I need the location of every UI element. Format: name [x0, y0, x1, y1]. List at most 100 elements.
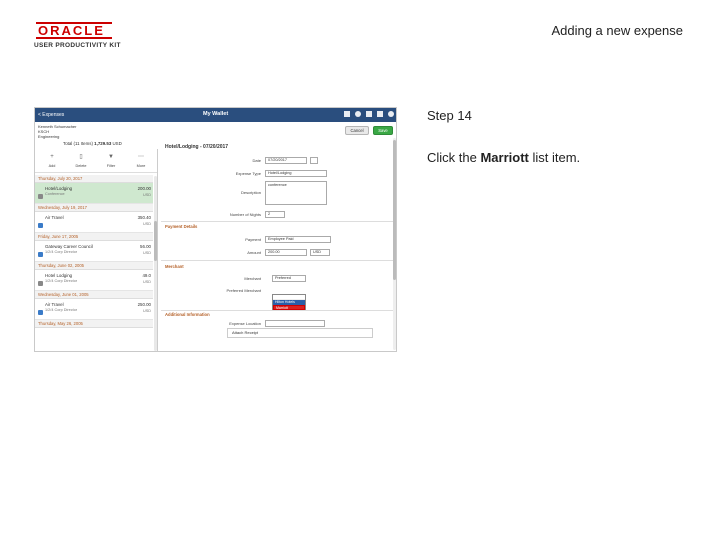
item-sub: 1/2/4 Corp Director — [45, 250, 78, 254]
item-name: Air Travel — [45, 215, 64, 220]
cancel-button[interactable]: Cancel — [345, 126, 369, 135]
list-item[interactable]: Air Travel 1/2/4 Corp Director 250.00 US… — [35, 299, 153, 320]
calendar-icon[interactable] — [310, 157, 318, 164]
expense-location-label: Expense Location — [229, 321, 261, 326]
menu-icon[interactable] — [377, 111, 383, 117]
date-field[interactable]: 07/20/2017 — [265, 157, 307, 164]
separator — [161, 310, 396, 311]
add-button[interactable]: + Add — [39, 151, 65, 171]
home-icon[interactable] — [344, 111, 350, 117]
filter-label: Filter — [106, 164, 116, 168]
user-role: Engineering — [38, 134, 60, 139]
item-currency: USD — [142, 251, 151, 255]
flag-icon[interactable] — [366, 111, 372, 117]
save-button[interactable]: Save — [373, 126, 393, 135]
item-amount: 200.00 — [137, 186, 151, 191]
slide-title: Adding a new expense — [551, 23, 683, 38]
list-scroll-thumb[interactable] — [154, 221, 157, 261]
merchant-section-title: Merchant — [165, 264, 184, 269]
attach-receipt-row[interactable]: Attach Receipt — [227, 328, 373, 338]
amount-field[interactable]: 200.00 — [265, 249, 307, 256]
filter-button[interactable]: ▼ Filter — [98, 151, 124, 171]
plus-square-icon — [38, 310, 43, 315]
total-label: Total (11 Items) — [63, 141, 93, 146]
filter-icon: ▼ — [108, 154, 114, 160]
item-name: Gateway Career Council — [45, 244, 93, 249]
header-icons — [344, 111, 394, 117]
nights-label: Number of Nights — [229, 212, 261, 217]
preferred-merchant-dropdown[interactable]: Hilton Hotels Marriott — [272, 294, 306, 311]
date-group-header[interactable]: Thursday, May 26, 2005 — [35, 320, 153, 328]
step-instruction: Click the Marriott list item. — [427, 150, 580, 165]
date-group-header[interactable]: Thursday, July 20, 2017 — [35, 175, 153, 183]
navbar-icon[interactable] — [388, 111, 394, 117]
form-scroll-thumb[interactable] — [393, 140, 396, 280]
app-header-bar: < Expenses My Wallet — [35, 108, 396, 122]
list-toolbar: + Add ▯ Delete ▼ Filter ⋯ More — [35, 149, 157, 173]
step-number: Step 14 — [427, 108, 472, 123]
expense-type-field[interactable]: Hotel/Lodging — [265, 170, 327, 177]
payment-select[interactable]: Employee Paid — [265, 236, 331, 243]
plus-square-icon — [38, 223, 43, 228]
item-currency: USD — [142, 309, 151, 313]
item-name: Air Travel — [45, 302, 64, 307]
instruction-post: list item. — [528, 150, 581, 165]
back-to-expenses-link[interactable]: < Expenses — [38, 112, 64, 118]
item-currency: USD — [142, 222, 151, 226]
currency-field[interactable]: USD — [310, 249, 330, 256]
item-sub: Conference — [45, 192, 65, 196]
plus-icon: + — [50, 154, 54, 160]
merchant-select[interactable]: Preferred — [272, 275, 306, 282]
list-item[interactable]: Hotel Lodging 1/2/4 Corp Director 49.0 U… — [35, 270, 153, 291]
separator — [161, 260, 396, 261]
list-scrollbar[interactable] — [154, 176, 157, 351]
item-amount: 250.00 — [137, 302, 151, 307]
description-field[interactable]: conference — [265, 181, 327, 205]
more-icon: ⋯ — [138, 154, 144, 160]
search-icon[interactable] — [355, 111, 361, 117]
expense-list: Thursday, July 20, 2017 Hotel/Lodging Co… — [35, 175, 153, 328]
wallet-total: Total (11 Items) 1,729.53 USD — [63, 141, 122, 146]
payment-section-title: Payment Details — [165, 224, 198, 229]
plus-square-icon — [38, 252, 43, 257]
receipt-icon — [38, 194, 43, 199]
more-button[interactable]: ⋯ More — [128, 151, 154, 171]
item-name: Hotel/Lodging — [45, 186, 73, 191]
total-currency: USD — [112, 141, 122, 146]
form-scrollbar[interactable] — [393, 138, 396, 350]
list-item[interactable]: Hotel/Lodging Conference 200.00 USD — [35, 183, 153, 204]
nights-field[interactable]: 2 — [265, 211, 285, 218]
item-sub: 1/2/4 Corp Director — [45, 279, 78, 283]
date-group-header[interactable]: Friday, June 17, 2005 — [35, 233, 153, 241]
expense-location-field[interactable] — [265, 320, 325, 327]
date-label: Date — [252, 158, 261, 163]
item-amount: 49.0 — [142, 273, 151, 278]
add-label: Add — [48, 164, 56, 168]
item-amount: 350.40 — [137, 215, 151, 220]
payment-label: Payment — [245, 237, 261, 242]
list-item[interactable]: Air Travel 350.40 USD — [35, 212, 153, 233]
additional-section-title: Additional Information — [165, 312, 210, 317]
more-label: More — [136, 164, 146, 168]
instruction-pre: Click the — [427, 150, 481, 165]
date-group-header[interactable]: Wednesday, June 01, 2005 — [35, 291, 153, 299]
preferred-merchant-label: Preferred Merchant — [226, 288, 261, 293]
expense-type-label: Expense Type — [235, 171, 261, 176]
date-group-header[interactable]: Thursday, June 02, 2005 — [35, 262, 153, 270]
merchant-label: Merchant — [244, 276, 261, 281]
receipt-icon — [38, 281, 43, 286]
app-title: My Wallet — [203, 111, 229, 117]
date-group-header[interactable]: Wednesday, July 19, 2017 — [35, 204, 153, 212]
list-item[interactable]: Gateway Career Council 1/2/4 Corp Direct… — [35, 241, 153, 262]
trash-icon: ▯ — [79, 154, 83, 160]
item-amount: 56.00 — [140, 244, 151, 249]
delete-label: Delete — [75, 164, 87, 168]
item-currency: USD — [142, 280, 151, 284]
expense-list-panel: + Add ▯ Delete ▼ Filter ⋯ More Thursday, Jul… — [35, 149, 158, 351]
instruction-target: Marriott — [480, 150, 529, 165]
delete-button[interactable]: ▯ Delete — [68, 151, 94, 171]
item-sub: 1/2/4 Corp Director — [45, 308, 78, 312]
oracle-upk-logo: ORACLE USER PRODUCTIVITY KIT — [34, 22, 134, 49]
item-currency: USD — [142, 193, 151, 197]
amount-label: Amount — [247, 250, 261, 255]
